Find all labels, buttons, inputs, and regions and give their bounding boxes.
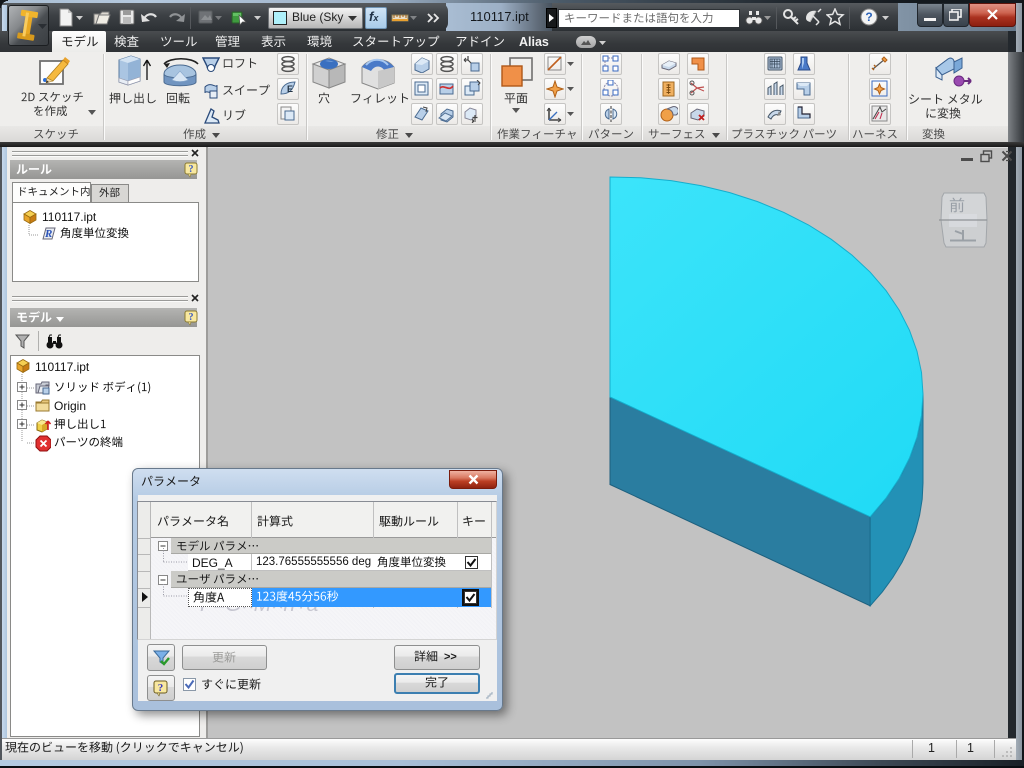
- svg-text:?: ?: [865, 10, 872, 24]
- svg-text:R: R: [44, 228, 52, 240]
- svg-text:?: ?: [189, 164, 194, 175]
- svg-text:E: E: [287, 84, 293, 94]
- svg-text:?: ?: [189, 312, 194, 323]
- svg-text:?: ?: [158, 682, 164, 694]
